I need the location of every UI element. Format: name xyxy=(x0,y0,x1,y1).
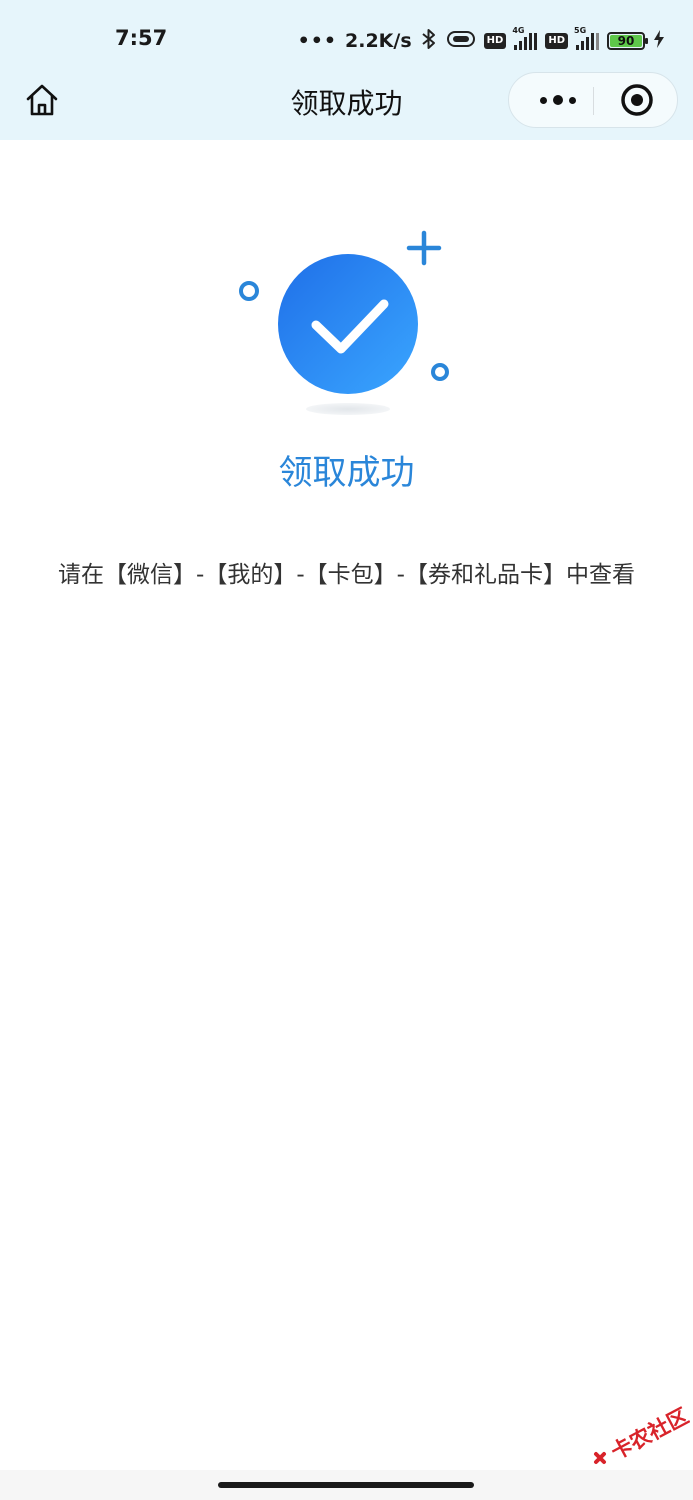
battery-icon: 90 xyxy=(607,32,648,50)
bluetooth-icon xyxy=(420,28,438,54)
signal-4g-tag: 4G xyxy=(512,26,525,35)
result-title: 领取成功 xyxy=(278,453,415,493)
target-close-icon xyxy=(621,84,653,116)
nav-bar: 领取成功 xyxy=(0,72,693,128)
hint-text: 请在【微信】-【我的】-【卡包】-【券和礼品卡】中查看 xyxy=(58,562,635,588)
signal-5g-tag: 5G xyxy=(574,26,587,35)
close-miniprogram-button[interactable] xyxy=(609,73,665,127)
watermark-logo: 卡农社区 卡农社区 xyxy=(590,1402,693,1472)
home-indicator[interactable] xyxy=(218,1482,474,1488)
hd-icon: HD xyxy=(483,33,507,49)
status-time: 7:57 xyxy=(115,26,168,50)
capsule-divider xyxy=(593,87,594,115)
charging-icon xyxy=(653,29,665,54)
signal-5g-icon: 5G xyxy=(574,26,599,50)
status-icons: ••• 2.2K/s HD 4G HD 5G 90 xyxy=(298,26,665,56)
check-circle-icon xyxy=(230,225,460,425)
top-bar: 7:57 ••• 2.2K/s HD 4G HD 5G 90 领取成功 xyxy=(0,0,693,140)
more-button[interactable] xyxy=(523,73,593,127)
signal-4g-icon: 4G xyxy=(512,26,538,50)
vibrate-icon xyxy=(446,30,476,52)
notification-dots: ••• xyxy=(297,30,338,52)
menu-capsule xyxy=(508,72,678,128)
svg-text:卡农社区: 卡农社区 xyxy=(607,1404,690,1465)
hd-icon-2: HD xyxy=(545,33,568,49)
battery-level: 90 xyxy=(610,35,642,47)
status-bar: 7:57 ••• 2.2K/s HD 4G HD 5G 90 xyxy=(0,0,693,78)
net-speed: 2.2K/s xyxy=(345,30,412,52)
more-dots-icon xyxy=(540,96,547,104)
